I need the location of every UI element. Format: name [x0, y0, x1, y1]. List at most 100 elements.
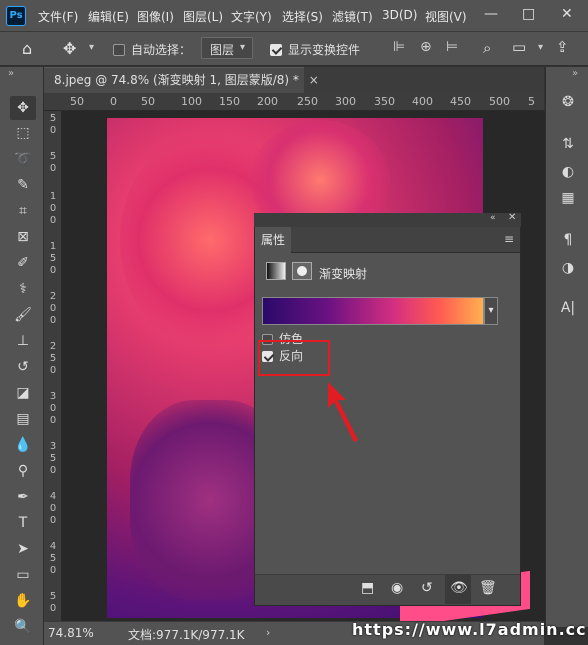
zoom-level[interactable]: 74.81% [48, 626, 94, 640]
annotation-arrow [328, 382, 358, 442]
path-select-tool-icon[interactable]: ➤ [10, 537, 36, 561]
search-icon[interactable]: ⌕ [483, 39, 491, 57]
chevron-down-icon[interactable]: ▾ [484, 297, 498, 325]
panel-dock: » ❂ ⇅ ◐ ▦ ¶ ◑ A| [545, 67, 588, 627]
ruler-tick: 0 [49, 515, 57, 526]
panel-menu-icon[interactable]: ≡ [504, 232, 514, 246]
tab-close-icon[interactable]: × [309, 73, 319, 87]
ruler-tick: 3 [49, 441, 57, 452]
align-right-icon[interactable]: ⊨ [446, 39, 458, 55]
ruler-tick: 0 [49, 465, 57, 476]
clip-to-layer-icon[interactable]: ⬒ [361, 580, 374, 596]
character-icon[interactable]: A| [556, 297, 580, 319]
collapse-icon[interactable]: « [490, 213, 496, 223]
ruler-tick: 1 [49, 191, 57, 202]
close-window-button[interactable]: ✕ [561, 6, 573, 22]
ruler-tick: 0 [49, 315, 57, 326]
panel-footer: ⬒ ◉ ↺ 👁 🗑 [255, 574, 520, 605]
photoshop-logo: Ps [6, 6, 26, 26]
maximize-button[interactable]: □ [522, 6, 535, 22]
chevron-down-icon: ▾ [240, 42, 246, 53]
status-menu-icon[interactable]: › [266, 626, 270, 639]
highlight-box [258, 340, 330, 376]
move-tool-icon[interactable]: ✥ [63, 39, 76, 58]
eraser-tool-icon[interactable]: ◪ [10, 381, 36, 405]
menu-type[interactable]: 文字(Y) [231, 8, 272, 25]
dodge-tool-icon[interactable]: ⚲ [10, 459, 36, 483]
auto-select-value: 图层 [210, 43, 235, 57]
adjustments-icon[interactable]: ⇅ [556, 133, 580, 155]
align-left-icon[interactable]: ⊫ [393, 39, 405, 55]
swatches-icon[interactable]: ◐ [556, 161, 580, 183]
ruler-tick: 4 [49, 491, 57, 502]
ruler-tick: 5 [49, 553, 57, 564]
eyedropper-tool-icon[interactable]: ✐ [10, 251, 36, 275]
menu-edit[interactable]: 编辑(E) [88, 8, 129, 25]
grid-icon[interactable]: ▦ [556, 187, 580, 209]
move-tool-icon[interactable]: ✥ [10, 96, 36, 120]
workspace-icon[interactable]: ▭ [512, 38, 526, 56]
auto-select-checkbox[interactable] [113, 42, 125, 56]
document-tab-title: 8.jpeg @ 74.8% (渐变映射 1, 图层蒙版/8) * [54, 73, 299, 87]
tools-panel: » ✥ ⬚ ➰ ✎ ⌗ ⊠ ✐ ⚕ 🖌 ⊥ ↺ ◪ ▤ 💧 ⚲ ✒ T ➤ ▭ … [0, 67, 44, 645]
minimize-button[interactable]: — [484, 6, 498, 22]
eye-icon[interactable]: 👁 [450, 580, 468, 596]
quick-select-tool-icon[interactable]: ✎ [10, 173, 36, 197]
crop-tool-icon[interactable]: ⌗ [10, 199, 36, 223]
zoom-tool-icon[interactable]: 🔍 [10, 615, 36, 639]
share-icon[interactable]: ⇪ [556, 38, 569, 56]
menu-layer[interactable]: 图层(L) [183, 8, 223, 25]
ruler-tick: 0 [49, 215, 57, 226]
menu-3d[interactable]: 3D(D) [382, 8, 417, 22]
trash-icon[interactable]: 🗑 [479, 580, 497, 596]
view-previous-icon[interactable]: ◉ [391, 580, 403, 596]
menu-view[interactable]: 视图(V) [425, 8, 467, 25]
type-tool-icon[interactable]: T [10, 511, 36, 535]
gradient-picker[interactable] [262, 297, 484, 325]
auto-select-dropdown[interactable]: 图层 ▾ [201, 37, 253, 59]
blur-tool-icon[interactable]: 💧 [10, 433, 36, 457]
menu-filter[interactable]: 滤镜(T) [332, 8, 373, 25]
menu-image[interactable]: 图像(I) [137, 8, 174, 25]
brush-tool-icon[interactable]: 🖌 [10, 303, 36, 327]
healing-brush-tool-icon[interactable]: ⚕ [10, 277, 36, 301]
history-brush-tool-icon[interactable]: ↺ [10, 355, 36, 379]
ruler-tick: 0 [49, 125, 57, 136]
layer-mask-icon[interactable] [292, 262, 312, 280]
document-size: 文档:977.1K/977.1K [128, 628, 245, 642]
close-icon[interactable]: ✕ [508, 212, 516, 223]
lasso-tool-icon[interactable]: ➰ [10, 147, 36, 171]
chevron-down-icon[interactable]: ▾ [89, 42, 94, 53]
align-center-icon[interactable]: ⊕ [420, 39, 432, 55]
ruler-tick: 0 [49, 565, 57, 576]
properties-icon[interactable]: ◑ [556, 257, 580, 279]
pen-tool-icon[interactable]: ✒ [10, 485, 36, 509]
marquee-tool-icon[interactable]: ⬚ [10, 121, 36, 145]
panel-header: « ✕ [254, 212, 521, 227]
ruler-tick: 450 [450, 95, 471, 108]
shape-tool-icon[interactable]: ▭ [10, 563, 36, 587]
hand-tool-icon[interactable]: ✋ [10, 589, 36, 613]
show-transform-checkbox[interactable] [270, 42, 282, 56]
home-icon[interactable]: ⌂ [22, 39, 32, 58]
ruler-tick: 2 [49, 291, 57, 302]
collapse-icon[interactable]: » [8, 68, 14, 79]
paragraph-icon[interactable]: ¶ [556, 229, 580, 251]
libraries-icon[interactable]: ❂ [556, 91, 580, 113]
ruler-tick: 5 [49, 151, 57, 162]
collapse-icon[interactable]: » [572, 68, 578, 79]
menu-select[interactable]: 选择(S) [282, 8, 323, 25]
ruler-tick: 150 [219, 95, 240, 108]
ruler-tick: 0 [49, 365, 57, 376]
menu-bar: Ps 文件(F) 编辑(E) 图像(I) 图层(L) 文字(Y) 选择(S) 滤… [0, 0, 588, 32]
frame-tool-icon[interactable]: ⊠ [10, 225, 36, 249]
stamp-tool-icon[interactable]: ⊥ [10, 329, 36, 353]
gradient-tool-icon[interactable]: ▤ [10, 407, 36, 431]
ruler-tick: 50 [70, 95, 84, 108]
ruler-tick: 1 [49, 241, 57, 252]
chevron-down-icon[interactable]: ▾ [538, 42, 543, 53]
reset-icon[interactable]: ↺ [421, 580, 433, 596]
menu-file[interactable]: 文件(F) [38, 8, 78, 25]
document-tab[interactable]: 8.jpeg @ 74.8% (渐变映射 1, 图层蒙版/8) * × [44, 67, 319, 93]
tab-properties[interactable]: 属性 [255, 227, 291, 253]
